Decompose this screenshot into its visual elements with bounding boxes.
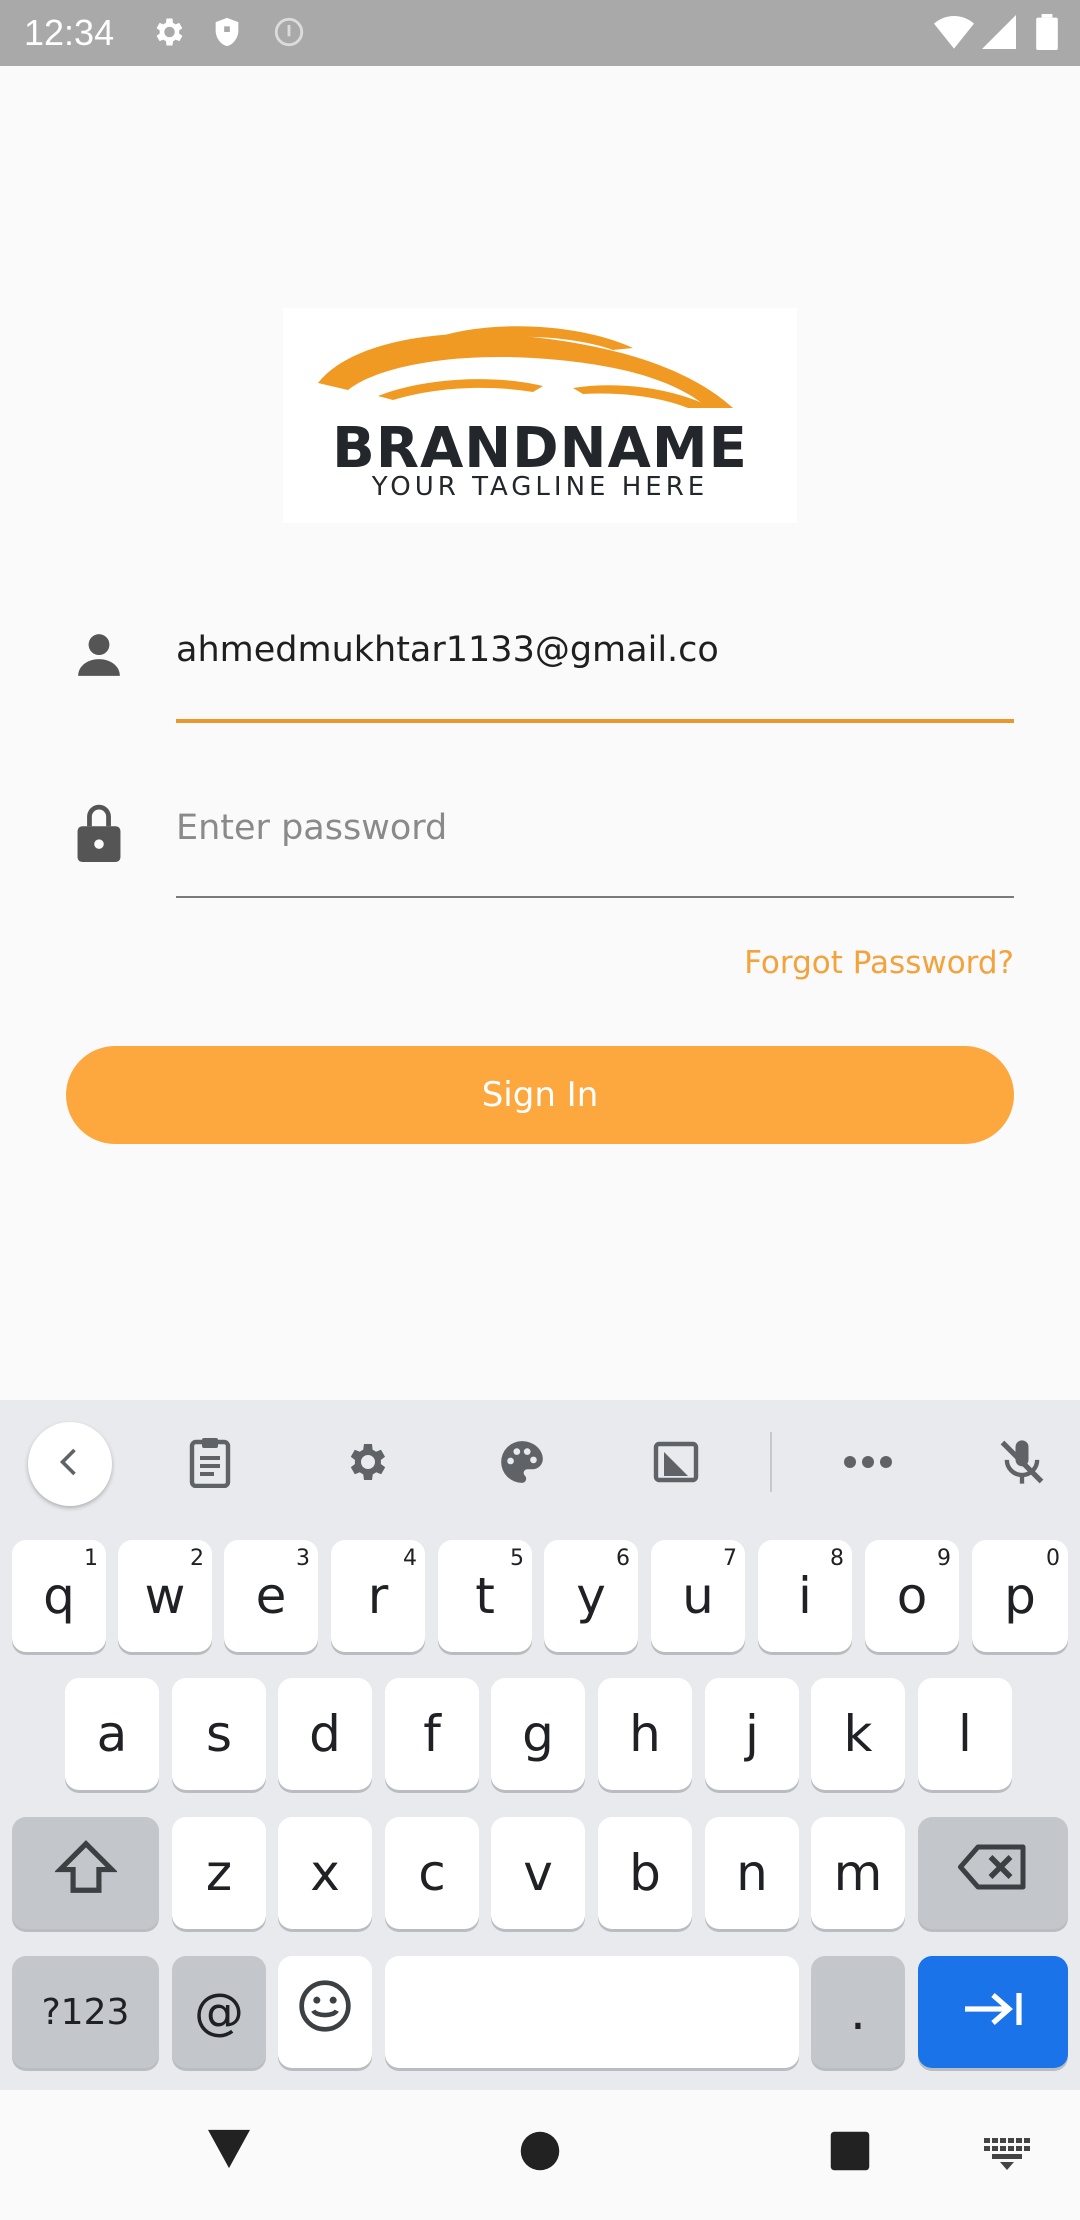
key-t[interactable]: t5	[438, 1540, 532, 1652]
chevron-left-icon	[52, 1444, 88, 1485]
key-v[interactable]: v	[491, 1817, 585, 1929]
email-underline	[176, 719, 1014, 723]
keyboard-switch-icon[interactable]	[984, 2138, 1030, 2175]
keyboard-collapse-button[interactable]	[28, 1422, 112, 1506]
palette-icon	[497, 1437, 547, 1492]
password-placeholder: Enter password	[176, 808, 448, 848]
key-b[interactable]: b	[598, 1817, 692, 1929]
key-l[interactable]: l	[918, 1678, 1012, 1790]
theme-button[interactable]	[480, 1422, 564, 1506]
email-value: ahmedmukhtar1133@gmail.co	[176, 630, 719, 670]
key-p[interactable]: p0	[972, 1540, 1068, 1652]
clipboard-button[interactable]	[168, 1422, 252, 1506]
shift-key[interactable]	[12, 1817, 159, 1929]
key-e[interactable]: e3	[224, 1540, 318, 1652]
toolbar-divider	[770, 1432, 772, 1492]
enter-key[interactable]	[918, 1956, 1068, 2068]
more-button[interactable]	[826, 1422, 910, 1506]
clipboard-icon	[186, 1436, 234, 1493]
key-j[interactable]: j	[705, 1678, 799, 1790]
emoji-key[interactable]	[278, 1956, 372, 2068]
brand-tagline: YOUR TAGLINE HERE	[371, 472, 709, 502]
password-underline	[176, 896, 1014, 898]
lock-icon	[74, 800, 124, 867]
battery-icon	[1036, 14, 1058, 55]
emoji-icon	[297, 1978, 353, 2046]
key-y[interactable]: y6	[544, 1540, 638, 1652]
key-x[interactable]: x	[278, 1817, 372, 1929]
forgot-password-link[interactable]: Forgot Password?	[600, 945, 1014, 981]
key-s[interactable]: s	[172, 1678, 266, 1790]
gear-icon	[342, 1438, 390, 1491]
floating-keyboard-icon	[652, 1438, 700, 1491]
key-w[interactable]: w2	[118, 1540, 212, 1652]
navigation-bar	[0, 2090, 1080, 2220]
car-logo-icon	[318, 326, 733, 408]
key-c[interactable]: c	[385, 1817, 479, 1929]
wifi-icon	[934, 14, 974, 55]
status-bar: 12:34	[0, 0, 1080, 66]
key-g[interactable]: g	[491, 1678, 585, 1790]
back-icon[interactable]	[206, 2128, 252, 2175]
keyboard-settings-button[interactable]	[324, 1422, 408, 1506]
key-d[interactable]: d	[278, 1678, 372, 1790]
password-field[interactable]: Enter password	[176, 796, 1014, 866]
key-u[interactable]: u7	[651, 1540, 745, 1652]
backspace-icon	[958, 1842, 1028, 1904]
info-icon	[272, 14, 306, 55]
key-h[interactable]: h	[598, 1678, 692, 1790]
key-k[interactable]: k	[811, 1678, 905, 1790]
voice-input-button[interactable]	[980, 1422, 1064, 1506]
period-key[interactable]: .	[811, 1956, 905, 2068]
backspace-key[interactable]	[918, 1817, 1068, 1929]
sign-in-button[interactable]: Sign In	[66, 1046, 1014, 1144]
key-f[interactable]: f	[385, 1678, 479, 1790]
shield-icon	[210, 14, 244, 55]
key-q[interactable]: q1	[12, 1540, 106, 1652]
floating-keyboard-button[interactable]	[634, 1422, 718, 1506]
key-o[interactable]: o9	[865, 1540, 959, 1652]
symbols-key[interactable]: ?123	[12, 1956, 159, 2068]
home-icon[interactable]	[519, 2130, 561, 2177]
key-a[interactable]: a	[65, 1678, 159, 1790]
person-icon	[74, 630, 124, 685]
key-i[interactable]: i8	[758, 1540, 852, 1652]
key-z[interactable]: z	[172, 1817, 266, 1929]
space-bar[interactable]	[385, 1956, 799, 2068]
mic-off-icon	[996, 1436, 1048, 1493]
more-icon	[842, 1454, 894, 1475]
key-m[interactable]: m	[811, 1817, 905, 1929]
next-field-icon	[961, 1983, 1025, 2041]
cell-signal-icon	[982, 14, 1016, 55]
settings-icon	[150, 14, 186, 55]
shift-icon	[53, 1838, 118, 1908]
recents-icon[interactable]	[829, 2130, 871, 2177]
key-r[interactable]: r4	[331, 1540, 425, 1652]
key-n[interactable]: n	[705, 1817, 799, 1929]
at-key[interactable]: @	[172, 1956, 266, 2068]
status-time: 12:34	[24, 12, 115, 53]
email-field[interactable]: ahmedmukhtar1133@gmail.co	[176, 620, 1014, 690]
brand-logo: BRANDNAME YOUR TAGLINE HERE	[283, 308, 797, 523]
